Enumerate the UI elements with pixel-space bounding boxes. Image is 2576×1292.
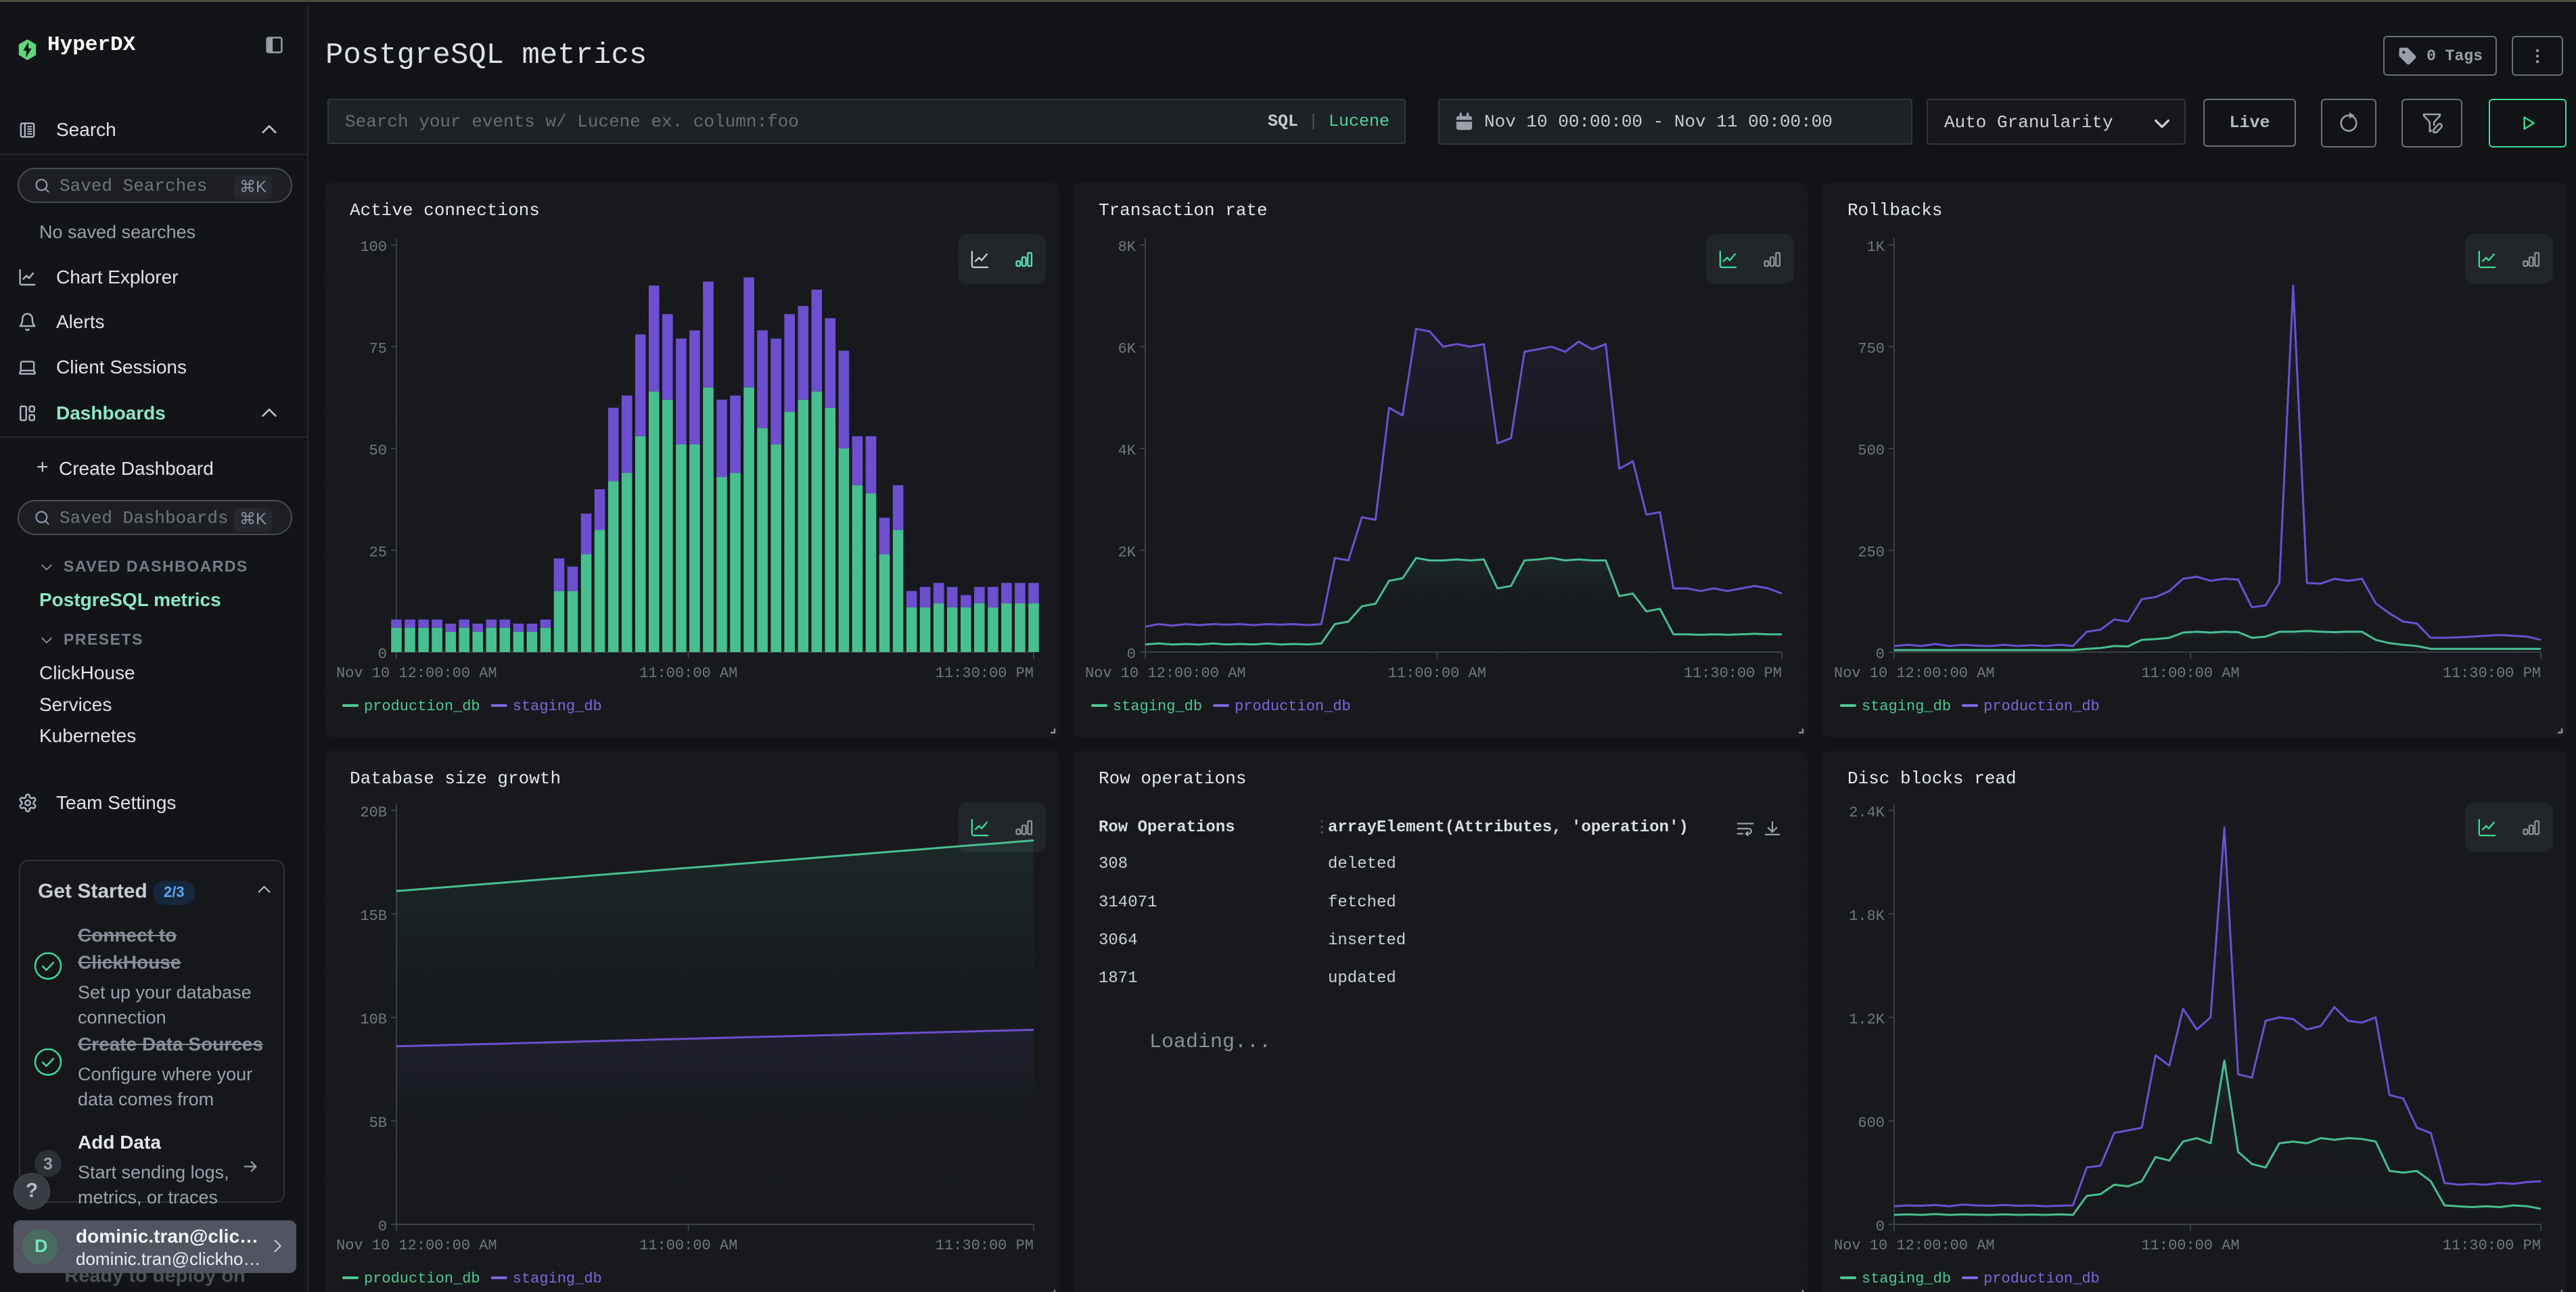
svg-text:0: 0	[378, 646, 387, 663]
svg-text:1K: 1K	[1867, 239, 1885, 256]
svg-text:staging_db: staging_db	[513, 1270, 602, 1287]
svg-text:50: 50	[369, 442, 387, 459]
svg-text:1.8K: 1.8K	[1849, 908, 1885, 925]
svg-text:2K: 2K	[1118, 545, 1136, 561]
svg-text:staging_db: staging_db	[513, 698, 602, 715]
svg-text:11:00:00 AM: 11:00:00 AM	[639, 1237, 737, 1254]
svg-text:production_db: production_db	[1983, 1270, 2100, 1287]
svg-text:1.2K: 1.2K	[1849, 1011, 1885, 1028]
svg-text:100: 100	[360, 239, 387, 256]
svg-text:11:00:00 AM: 11:00:00 AM	[1388, 665, 1486, 682]
svg-text:11:30:00 PM: 11:30:00 PM	[2443, 1237, 2541, 1254]
svg-text:750: 750	[1858, 341, 1885, 358]
svg-text:11:00:00 AM: 11:00:00 AM	[639, 665, 737, 682]
svg-text:25: 25	[369, 545, 387, 561]
svg-text:staging_db: staging_db	[1862, 698, 1951, 715]
svg-text:production_db: production_db	[364, 698, 480, 715]
svg-text:6K: 6K	[1118, 341, 1136, 358]
svg-text:15B: 15B	[360, 908, 387, 925]
svg-text:8K: 8K	[1118, 239, 1136, 256]
svg-text:Nov 10 12:00:00 AM: Nov 10 12:00:00 AM	[1085, 665, 1246, 682]
svg-text:Nov 10 12:00:00 AM: Nov 10 12:00:00 AM	[336, 665, 497, 682]
svg-text:11:30:00 PM: 11:30:00 PM	[2443, 665, 2541, 682]
svg-text:11:00:00 AM: 11:00:00 AM	[2141, 1237, 2239, 1254]
svg-text:20B: 20B	[360, 804, 387, 821]
svg-text:4K: 4K	[1118, 442, 1136, 459]
svg-text:75: 75	[369, 341, 387, 358]
svg-text:11:30:00 PM: 11:30:00 PM	[936, 1237, 1034, 1254]
svg-text:2.4K: 2.4K	[1849, 804, 1885, 821]
svg-text:production_db: production_db	[1983, 698, 2100, 715]
svg-text:production_db: production_db	[364, 1270, 480, 1287]
svg-text:Nov 10 12:00:00 AM: Nov 10 12:00:00 AM	[1834, 665, 1995, 682]
svg-text:staging_db: staging_db	[1113, 698, 1202, 715]
svg-text:0: 0	[1876, 1218, 1885, 1235]
svg-text:Nov 10 12:00:00 AM: Nov 10 12:00:00 AM	[336, 1237, 497, 1254]
svg-text:0: 0	[378, 1218, 387, 1235]
svg-text:0: 0	[1127, 646, 1136, 663]
svg-text:staging_db: staging_db	[1862, 1270, 1951, 1287]
svg-text:5B: 5B	[369, 1115, 387, 1132]
svg-text:production_db: production_db	[1235, 698, 1351, 715]
svg-text:11:00:00 AM: 11:00:00 AM	[2141, 665, 2239, 682]
svg-text:11:30:00 PM: 11:30:00 PM	[936, 665, 1034, 682]
svg-text:11:30:00 PM: 11:30:00 PM	[1684, 665, 1782, 682]
svg-text:500: 500	[1858, 442, 1885, 459]
svg-text:0: 0	[1876, 646, 1885, 663]
svg-text:250: 250	[1858, 545, 1885, 561]
svg-text:600: 600	[1858, 1115, 1885, 1132]
svg-text:Nov 10 12:00:00 AM: Nov 10 12:00:00 AM	[1834, 1237, 1995, 1254]
svg-text:10B: 10B	[360, 1011, 387, 1028]
